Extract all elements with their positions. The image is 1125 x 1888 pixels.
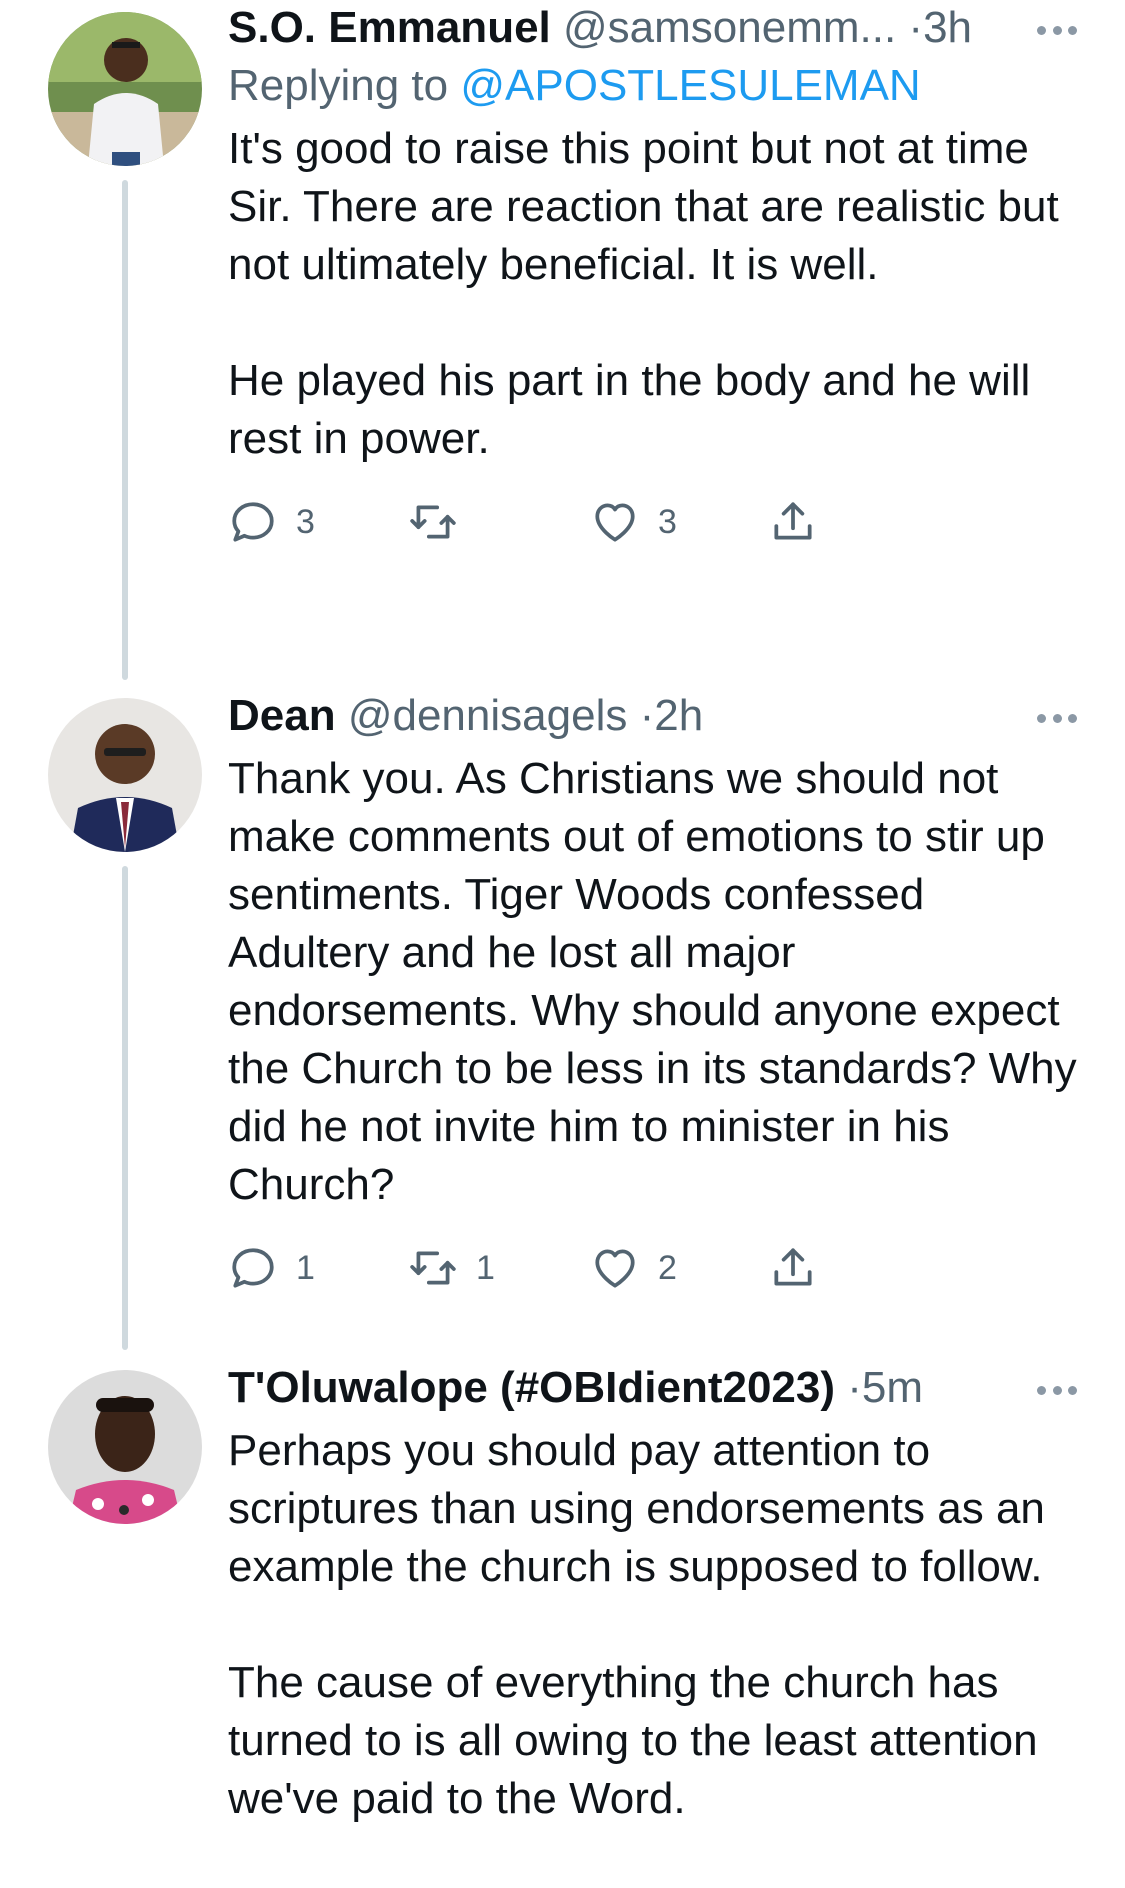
reply-count: 1	[296, 1248, 315, 1287]
tweet-text: It's good to raise this point but not at…	[228, 120, 1078, 468]
tweet-paragraph: It's good to raise this point but not at…	[228, 124, 1059, 289]
timestamp[interactable]: 2h	[654, 691, 703, 740]
retweet-button[interactable]: 1	[408, 1238, 495, 1298]
display-name[interactable]: S.O. Emmanuel	[228, 3, 551, 52]
like-count: 3	[658, 502, 677, 541]
reply-thread: S.O. Emmanuel @samsonemm... ·3h Replying…	[0, 0, 1125, 1888]
avatar[interactable]	[48, 698, 202, 852]
replying-to-prefix: Replying to	[228, 61, 461, 110]
retweet-button[interactable]	[408, 492, 476, 552]
heart-icon	[595, 1249, 635, 1288]
retweet-count: 1	[476, 1248, 495, 1287]
more-options-icon[interactable]	[1037, 1380, 1077, 1400]
avatar[interactable]	[48, 1370, 202, 1524]
mention-link[interactable]: @APOSTLESULEMAN	[460, 61, 920, 110]
tweet-content: T'Oluwalope (#OBIdient2023) ·5m Perhaps …	[228, 1362, 1078, 1828]
tweet-text: Perhaps you should pay attention to scri…	[228, 1422, 1078, 1828]
reply-button[interactable]: 3	[228, 492, 315, 552]
retweet-icon	[410, 1251, 456, 1285]
share-icon	[774, 502, 812, 540]
tweet-paragraph: The cause of everything the church has t…	[228, 1658, 1038, 1823]
separator-dot: ·	[908, 3, 924, 52]
separator-dot: ·	[847, 1363, 862, 1412]
reply-count: 3	[296, 502, 315, 541]
separator-dot: ·	[639, 691, 655, 740]
avatar[interactable]	[48, 12, 202, 166]
timestamp[interactable]: 3h	[923, 3, 972, 52]
tweet-header: Dean @dennisagels ·2h	[228, 690, 1078, 742]
tweet-text: Thank you. As Christians we should not m…	[228, 750, 1078, 1214]
heart-icon	[595, 503, 635, 542]
timestamp[interactable]: 5m	[862, 1363, 923, 1412]
display-name[interactable]: T'Oluwalope (#OBIdient2023)	[228, 1363, 835, 1412]
action-bar: 3 3	[228, 492, 1078, 552]
user-handle[interactable]: @dennisagels	[348, 691, 628, 740]
display-name[interactable]: Dean	[228, 691, 336, 740]
like-button[interactable]: 3	[590, 492, 677, 552]
user-handle[interactable]: @samsonemm...	[563, 3, 896, 52]
thread-line	[122, 180, 128, 680]
share-button[interactable]	[768, 1238, 818, 1298]
tweet-paragraph: Thank you. As Christians we should not m…	[228, 754, 1077, 1209]
replying-to: Replying to @APOSTLESULEMAN	[228, 60, 1078, 112]
tweet-header: S.O. Emmanuel @samsonemm... ·3h	[228, 2, 1078, 54]
reply-button[interactable]: 1	[228, 1238, 315, 1298]
more-options-icon[interactable]	[1037, 708, 1077, 728]
reply-icon	[232, 1248, 274, 1288]
action-bar: 1 1 2	[228, 1238, 1078, 1298]
tweet-reply[interactable]: S.O. Emmanuel @samsonemm... ·3h Replying…	[0, 0, 1125, 690]
reply-icon	[232, 502, 274, 542]
like-button[interactable]: 2	[590, 1238, 677, 1298]
like-count: 2	[658, 1248, 677, 1287]
more-options-icon[interactable]	[1037, 20, 1077, 40]
thread-line	[122, 866, 128, 1350]
tweet-paragraph: Perhaps you should pay attention to scri…	[228, 1426, 1045, 1591]
tweet-content: Dean @dennisagels ·2h Thank you. As Chri…	[228, 690, 1078, 1298]
retweet-icon	[410, 505, 456, 539]
tweet-paragraph: He played his part in the body and he wi…	[228, 356, 1031, 463]
share-button[interactable]	[768, 492, 818, 552]
share-icon	[774, 1248, 812, 1286]
tweet-content: S.O. Emmanuel @samsonemm... ·3h Replying…	[228, 2, 1078, 552]
tweet-reply[interactable]: T'Oluwalope (#OBIdient2023) ·5m Perhaps …	[0, 1360, 1125, 1888]
tweet-header: T'Oluwalope (#OBIdient2023) ·5m	[228, 1362, 1078, 1414]
tweet-reply[interactable]: Dean @dennisagels ·2h Thank you. As Chri…	[0, 690, 1125, 1360]
